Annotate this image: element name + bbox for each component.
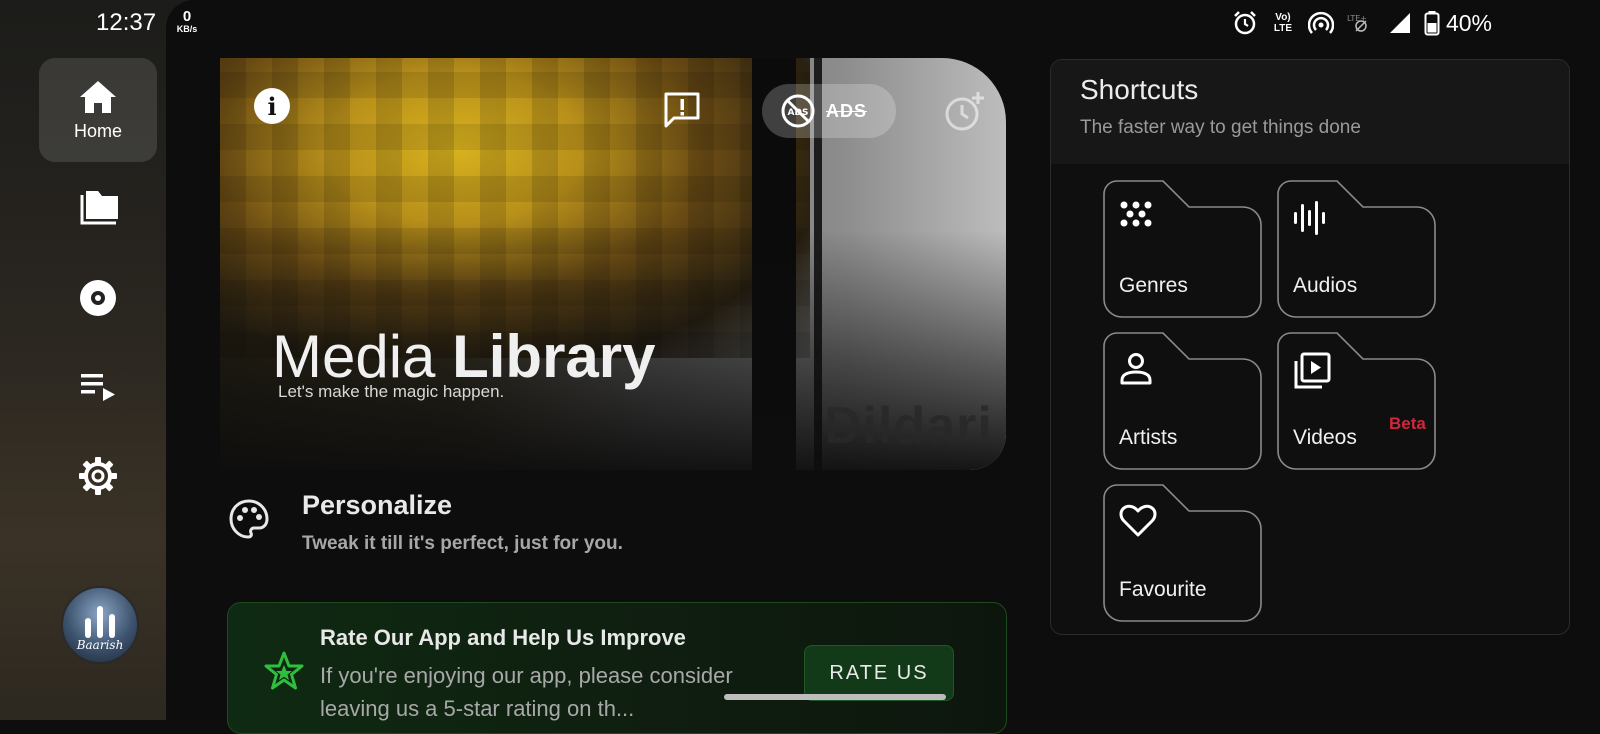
nav-folders[interactable] bbox=[39, 156, 157, 260]
network-speed-unit: KB/s bbox=[176, 24, 198, 34]
status-icons: Vo) LTE LTE+ 40% bbox=[1232, 10, 1492, 36]
volte-lte-icon: Vo) LTE bbox=[1273, 12, 1293, 34]
audio-bars-icon bbox=[85, 606, 115, 638]
status-time: 12:37 bbox=[96, 9, 157, 36]
nav-home[interactable]: Home bbox=[39, 58, 157, 162]
feedback-icon bbox=[664, 92, 700, 128]
shortcuts-panel: Shortcuts The faster way to get things d… bbox=[1050, 59, 1570, 635]
battery-percent: 40% bbox=[1445, 9, 1492, 36]
heart-icon bbox=[1119, 504, 1157, 537]
home-icon bbox=[80, 80, 116, 113]
disc-icon bbox=[80, 280, 116, 316]
artwork-watermark: Dildari bbox=[824, 397, 993, 455]
rate-card-title: Rate Our App and Help Us Improve bbox=[320, 625, 686, 650]
timer-add-icon bbox=[945, 92, 984, 131]
star-icon bbox=[264, 651, 304, 690]
person-icon bbox=[1120, 353, 1152, 385]
shortcut-artists-label: Artists bbox=[1119, 426, 1178, 449]
ads-label: ADS bbox=[826, 100, 868, 121]
feedback-button[interactable] bbox=[660, 88, 704, 132]
info-icon: i bbox=[267, 91, 277, 121]
network-speed-value: 0 bbox=[182, 8, 192, 25]
home-indicator[interactable] bbox=[724, 694, 946, 700]
shortcut-favourite[interactable]: Favourite bbox=[1103, 484, 1263, 622]
shortcuts-subtitle: The faster way to get things done bbox=[1080, 117, 1361, 138]
media-library-hero: Dildari i ADS ADS Media Library Let's ma… bbox=[220, 58, 1006, 470]
no-ads-icon: ADS bbox=[781, 94, 815, 128]
beta-badge: Beta bbox=[1389, 414, 1426, 433]
nav-home-label: Home bbox=[73, 120, 122, 141]
hero-title: Media Library bbox=[272, 322, 656, 391]
avatar-caption: Baarish bbox=[76, 638, 124, 652]
shortcut-artists[interactable]: Artists bbox=[1103, 332, 1263, 470]
remove-ads-button[interactable]: ADS ADS bbox=[762, 84, 896, 138]
alarm-icon bbox=[1234, 11, 1256, 35]
rate-app-card: Rate Our App and Help Us Improve If you'… bbox=[227, 602, 1007, 734]
shortcuts-title: Shortcuts bbox=[1080, 74, 1199, 105]
gear-icon bbox=[79, 457, 117, 495]
network-speed: 0 KB/s bbox=[171, 9, 203, 35]
hotspot-icon bbox=[1307, 11, 1334, 34]
video-library-icon bbox=[1294, 352, 1331, 389]
nav-settings[interactable] bbox=[39, 424, 157, 528]
genres-dots-icon bbox=[1120, 201, 1152, 227]
status-bar: 12:37 0 KB/s Vo) LTE LTE+ 40% bbox=[0, 0, 1600, 46]
info-button[interactable]: i bbox=[254, 88, 290, 124]
shortcut-genres[interactable]: Genres bbox=[1103, 180, 1263, 318]
shortcut-videos-label: Videos bbox=[1293, 426, 1357, 449]
battery-icon bbox=[1424, 11, 1440, 36]
hero-title-light: Media bbox=[272, 323, 436, 390]
sleep-timer-button[interactable] bbox=[940, 88, 988, 136]
hero-title-bold: Library bbox=[452, 323, 656, 390]
hero-subtitle: Let's make the magic happen. bbox=[278, 382, 505, 401]
personalize-title: Personalize bbox=[302, 490, 453, 520]
personalize-subtitle: Tweak it till it's perfect, just for you… bbox=[302, 533, 623, 554]
rate-card-body: If you're enjoying our app, please consi… bbox=[320, 663, 733, 721]
signal-icon bbox=[1389, 13, 1410, 33]
shortcut-audios-label: Audios bbox=[1293, 274, 1358, 297]
now-playing-avatar[interactable]: Baarish bbox=[61, 586, 139, 664]
lte-data-off-icon: LTE+ bbox=[1347, 14, 1367, 32]
playlist-icon bbox=[81, 374, 115, 401]
shortcut-videos[interactable]: Videos Beta bbox=[1277, 332, 1437, 470]
folder-icon bbox=[80, 191, 118, 225]
shortcut-audios[interactable]: Audios bbox=[1277, 180, 1437, 318]
waveform-icon bbox=[1294, 201, 1325, 235]
nav-playlists[interactable] bbox=[39, 334, 157, 438]
shortcut-favourite-label: Favourite bbox=[1119, 578, 1207, 601]
personalize-row[interactable]: Personalize Tweak it till it's perfect, … bbox=[220, 478, 986, 562]
palette-icon bbox=[229, 499, 269, 539]
rate-us-button[interactable]: RATE US bbox=[804, 645, 954, 701]
shortcut-genres-label: Genres bbox=[1119, 274, 1188, 297]
